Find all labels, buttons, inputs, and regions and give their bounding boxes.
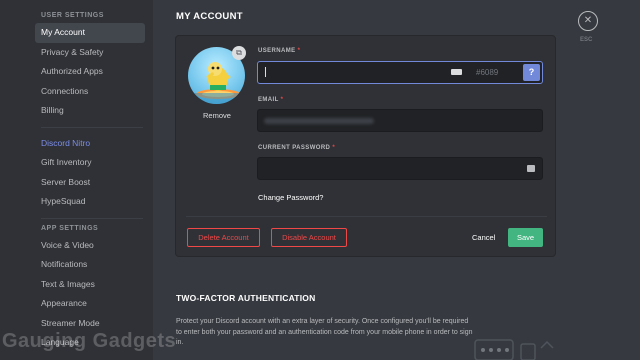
save-button[interactable]: Save [508,228,543,247]
sidebar-item-my-account[interactable]: My Account [35,23,145,43]
question-icon: ? [528,67,535,77]
two-factor-description: Protect your Discord account with an ext… [176,318,473,346]
sidebar-header-user-settings: User Settings [41,12,104,19]
password-manager-icon[interactable] [451,69,462,75]
channel-watermark: Gauging Gadgets [2,330,177,352]
current-password-input[interactable] [257,157,543,180]
sidebar-item-notifications[interactable]: Notifications [35,255,145,275]
sidebar-item-discord-nitro[interactable]: Discord Nitro [35,134,145,154]
email-input[interactable] [257,109,543,132]
sidebar-item-gift-inventory[interactable]: Gift Inventory [35,153,145,173]
discriminator: #6089 [476,68,499,77]
sidebar-item-connections[interactable]: Connections [35,82,145,102]
email-label: EMAIL * [258,97,284,103]
sidebar-item-server-boost[interactable]: Server Boost [35,173,145,193]
sidebar-item-billing[interactable]: Billing [35,101,145,121]
cancel-button[interactable]: Cancel [472,233,495,242]
sidebar-item-appearance[interactable]: Appearance [35,294,145,314]
close-settings-button[interactable]: ✕ [578,11,598,31]
help-button[interactable]: ? [523,64,540,81]
sidebar-header-app-settings: App Settings [41,224,99,232]
sidebar-item-privacy-safety[interactable]: Privacy & Safety [35,43,145,63]
sidebar-divider [41,217,143,219]
card-divider [186,216,547,217]
disable-account-button[interactable]: Disable Account [271,228,347,247]
two-factor-illustration-icon [474,339,554,360]
password-manager-icon[interactable] [527,165,535,172]
current-password-label: CURRENT PASSWORD * [258,145,336,151]
account-card: ⧉ Remove USERNAME * #6089 ? EMAIL * CURR… [175,35,556,257]
change-password-link[interactable]: Change Password? [258,193,323,202]
avatar-edit-icon[interactable]: ⧉ [232,46,246,60]
remove-avatar-link[interactable]: Remove [203,111,231,120]
email-value-blurred [264,118,374,124]
settings-content: MY ACCOUNT ✕ ESC ⧉ Remove USERNAME * #60… [153,0,640,360]
sidebar-item-authorized-apps[interactable]: Authorized Apps [35,62,145,82]
page-title: MY ACCOUNT [176,11,243,22]
sidebar-divider [41,126,143,128]
sidebar-item-voice-video[interactable]: Voice & Video [35,236,145,256]
text-caret [265,67,266,77]
two-factor-title: TWO-FACTOR AUTHENTICATION [176,293,316,303]
settings-sidebar: User Settings My Account Privacy & Safet… [0,0,153,360]
sidebar-item-text-images[interactable]: Text & Images [35,275,145,295]
username-field: #6089 ? [257,61,543,84]
esc-hint: ESC [580,37,593,43]
username-input[interactable] [259,63,468,82]
username-label: USERNAME * [258,48,301,54]
close-icon: ✕ [583,15,593,26]
sidebar-item-hypesquad[interactable]: HypeSquad [35,192,145,212]
delete-account-button[interactable]: Delete Account [187,228,260,247]
